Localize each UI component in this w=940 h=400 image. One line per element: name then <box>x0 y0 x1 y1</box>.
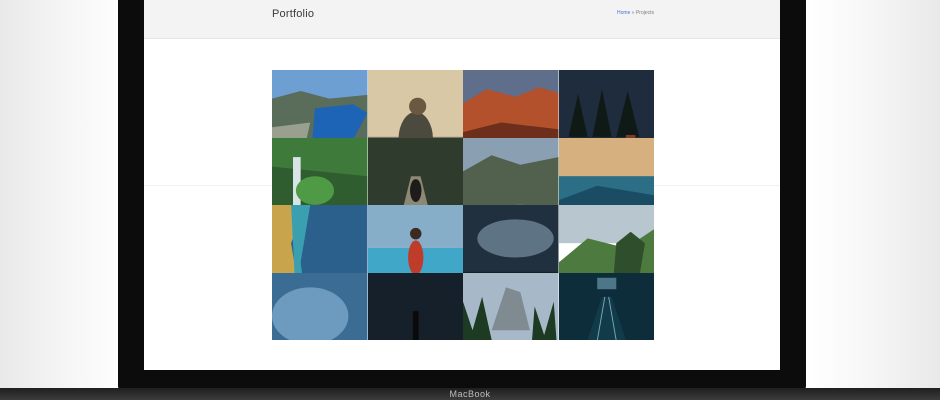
aerial-coast-image <box>272 205 368 273</box>
gallery-tile[interactable] <box>558 205 654 273</box>
gallery-tile[interactable] <box>367 137 463 205</box>
granite-valley-image <box>463 272 559 340</box>
stormy-sky-image <box>463 205 559 273</box>
gallery-tile[interactable] <box>367 70 463 138</box>
hiker-sunrise-image <box>367 70 463 138</box>
ocean-wave-image <box>272 272 368 340</box>
gallery-tile[interactable] <box>558 70 654 138</box>
gallery-tile[interactable] <box>272 272 368 340</box>
gallery-tile[interactable] <box>558 272 654 340</box>
laptop-base: MacBook <box>0 388 940 400</box>
gallery-tile[interactable] <box>558 137 654 205</box>
modern-corridor-image <box>558 272 654 340</box>
gallery-tile[interactable] <box>463 70 559 138</box>
portfolio-gallery <box>272 70 654 340</box>
page-header: Portfolio Home » Projects <box>144 0 780 39</box>
breadcrumb-separator: » <box>631 10 635 16</box>
red-canyon-image <box>463 70 559 138</box>
canoe-lake-image <box>367 205 463 273</box>
gallery-tile[interactable] <box>272 205 368 273</box>
gallery-tile[interactable] <box>272 137 368 205</box>
breadcrumb: Home » Projects <box>617 10 654 16</box>
gallery-tile[interactable] <box>463 205 559 273</box>
breadcrumb-home-link[interactable]: Home <box>617 10 630 16</box>
snowy-forest-image <box>558 70 654 138</box>
mountain-lake-image <box>463 137 559 205</box>
page-title: Portfolio <box>272 8 315 20</box>
gallery-tile[interactable] <box>367 272 463 340</box>
dark-water-figure-image <box>367 272 463 340</box>
forest-bridge-image <box>367 137 463 205</box>
breadcrumb-current: Projects <box>635 10 654 16</box>
gallery-tile[interactable] <box>463 272 559 340</box>
waterfall-image <box>272 137 368 205</box>
green-cliffs-image <box>558 205 654 273</box>
gallery-tile[interactable] <box>367 205 463 273</box>
gallery-tile[interactable] <box>463 137 559 205</box>
gallery-tile[interactable] <box>272 70 368 138</box>
ocean-dusk-image <box>558 137 654 205</box>
laptop-screen: Portfolio Home » Projects <box>144 0 780 370</box>
device-label: MacBook <box>449 389 491 399</box>
fjord-image <box>272 70 368 138</box>
